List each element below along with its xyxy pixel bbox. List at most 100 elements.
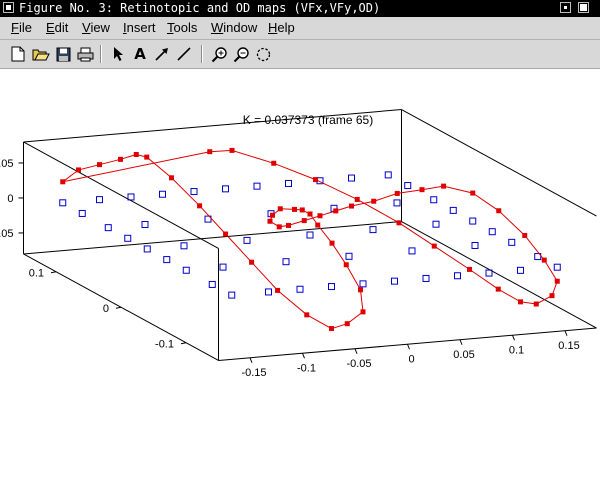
od-point <box>518 299 523 305</box>
x-tick-label: 0 <box>408 353 414 365</box>
retinotopic-point <box>517 266 524 274</box>
retinotopic-point <box>265 288 272 296</box>
chart-3d-axes[interactable]: K = 0.037373 (frame 65) -0.15 -0.1 -0.05 0 0… <box>0 69 600 487</box>
x-tick-mark <box>249 357 253 363</box>
open-folder-icon[interactable] <box>31 44 51 64</box>
od-point <box>301 218 307 224</box>
retinotopic-point <box>430 196 438 204</box>
od-point <box>549 293 555 299</box>
menu-tools[interactable]: Tools <box>167 20 197 35</box>
retinotopic-point <box>469 217 477 225</box>
retinotopic-point <box>59 199 67 207</box>
od-point <box>307 211 313 217</box>
od-point <box>277 206 283 212</box>
z-tick-label: 0 <box>7 193 13 205</box>
retinotopic-point <box>393 199 401 207</box>
save-icon[interactable] <box>53 44 73 64</box>
od-point <box>76 167 81 173</box>
menu-file[interactable]: File <box>11 20 32 35</box>
retinotopic-point <box>222 185 229 193</box>
retinotopic-point <box>449 206 457 214</box>
retinotopic-point <box>253 182 261 190</box>
od-point <box>396 220 402 226</box>
menu-file-label: File <box>11 20 32 35</box>
title-bar: Figure No. 3: Retinotopic and OD maps (V… <box>0 0 600 17</box>
retinotopic-point <box>508 238 516 246</box>
menu-help-label: Help <box>268 20 295 35</box>
menu-bar: File Edit View Insert Tools Window Help <box>0 17 600 40</box>
zoom-out-icon[interactable] <box>231 44 251 64</box>
od-point <box>495 286 501 292</box>
od-point <box>419 187 425 193</box>
retinotopic-point <box>159 190 166 198</box>
y-tick-mark <box>180 342 187 345</box>
od-point <box>333 208 339 214</box>
maximize-icon[interactable] <box>578 2 589 13</box>
axis-ticks: -0.15 -0.1 -0.05 0 0.05 0.1 0.15 -0.1 0 0.1 -0.05 0… <box>0 158 580 379</box>
minimize-icon[interactable] <box>560 2 571 13</box>
od-point <box>317 213 323 219</box>
menu-window[interactable]: Window <box>211 20 257 35</box>
window-menu-icon[interactable] <box>3 2 14 13</box>
arrow-select-icon[interactable] <box>108 44 128 64</box>
retinotopic-point <box>182 266 190 274</box>
chart-title: K = 0.037373 (frame 65) <box>243 113 373 127</box>
new-file-icon[interactable] <box>8 44 28 64</box>
od-point <box>441 183 447 189</box>
arrow-insert-icon[interactable] <box>152 44 172 64</box>
axis-floor-edge <box>401 221 597 329</box>
retinotopic-point <box>345 252 353 260</box>
retinotopic-point <box>78 209 86 217</box>
od-point <box>299 207 305 213</box>
toolbar-separator <box>100 45 102 63</box>
od-point <box>275 287 281 293</box>
axis-floor-edge <box>23 221 402 255</box>
od-point <box>533 301 539 307</box>
od-point <box>267 218 273 224</box>
x-tick-mark <box>459 339 463 345</box>
menu-edit-label: Edit <box>46 20 69 35</box>
menu-insert[interactable]: Insert <box>123 20 156 35</box>
retinotopic-point <box>124 234 132 242</box>
od-curve-line <box>62 149 558 330</box>
x-tick-mark <box>407 344 410 350</box>
od-point <box>169 175 174 181</box>
od-point <box>470 190 476 196</box>
od-point <box>118 156 123 162</box>
od-point <box>197 203 203 209</box>
zoom-in-icon[interactable] <box>209 44 229 64</box>
menu-view[interactable]: View <box>82 20 110 35</box>
retinotopic-point <box>163 256 171 264</box>
rotate-3d-icon[interactable] <box>253 44 273 64</box>
od-point <box>229 147 235 153</box>
z-tick-label: -0.05 <box>0 228 14 240</box>
od-point <box>286 222 291 228</box>
retinotopic-point <box>432 220 440 228</box>
retinotopic-point <box>471 242 479 249</box>
text-tool-label: A <box>134 45 146 63</box>
retinotopic-point <box>282 258 290 266</box>
text-insert-icon[interactable]: A <box>130 44 150 64</box>
menu-tools-label: Tools <box>167 20 198 35</box>
od-point <box>223 231 229 237</box>
od-point <box>431 243 437 249</box>
menu-edit[interactable]: Edit <box>46 20 68 35</box>
figure-canvas[interactable]: K = 0.037373 (frame 65) -0.15 -0.1 -0.05 0 0… <box>0 69 600 487</box>
x-tick-label: 0.15 <box>558 340 579 352</box>
od-point <box>315 222 321 228</box>
retinotopic-point <box>369 226 377 234</box>
line-insert-icon[interactable] <box>174 44 194 64</box>
retinotopic-point <box>359 280 367 288</box>
od-point <box>358 287 363 293</box>
od-point <box>249 259 255 265</box>
od-point <box>292 206 297 212</box>
retinotopic-point <box>190 188 198 196</box>
window-title: Figure No. 3: Retinotopic and OD maps (V… <box>19 1 381 15</box>
y-tick-mark <box>50 271 57 274</box>
menu-help[interactable]: Help <box>268 20 295 35</box>
print-icon[interactable] <box>75 44 95 64</box>
od-point <box>207 149 213 155</box>
y-tick-label: -0.1 <box>155 339 174 351</box>
od-point <box>354 196 360 202</box>
retinotopic-point <box>180 242 188 250</box>
